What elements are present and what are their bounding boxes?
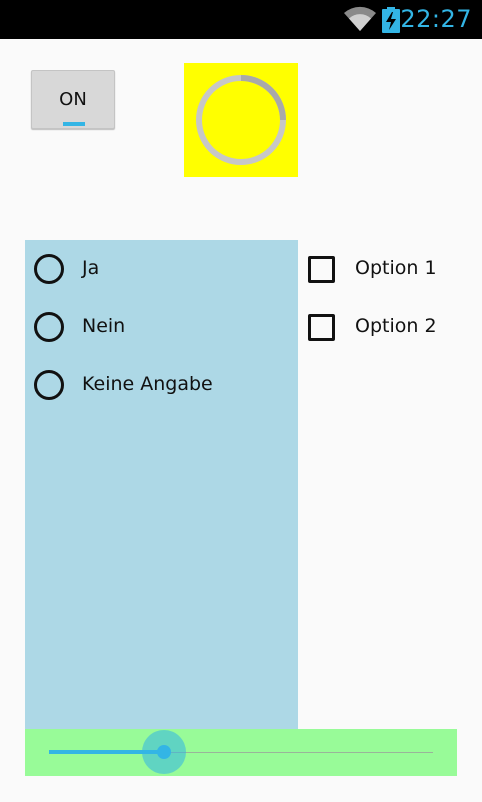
toggle-on-indicator bbox=[63, 122, 85, 126]
toggle-button[interactable]: ON bbox=[31, 70, 115, 129]
checkbox-label: Option 1 bbox=[355, 257, 437, 279]
checkbox[interactable] bbox=[308, 256, 335, 283]
radio-label: Keine Angabe bbox=[82, 373, 213, 395]
checkbox-option-2[interactable]: Option 2 bbox=[308, 310, 478, 344]
radio-label: Ja bbox=[82, 257, 100, 279]
battery-charging-icon bbox=[382, 7, 400, 33]
radio-label: Nein bbox=[82, 315, 126, 337]
radio-button[interactable] bbox=[34, 254, 64, 284]
radio-button[interactable] bbox=[34, 370, 64, 400]
app-screen: ON Ja Nein Keine Angabe Option 1 Option … bbox=[0, 39, 482, 802]
toggle-button-label: ON bbox=[59, 89, 87, 110]
wifi-icon bbox=[344, 6, 376, 31]
progress-spinner bbox=[184, 63, 298, 177]
progress-spinner-icon bbox=[196, 75, 286, 165]
checkbox-label: Option 2 bbox=[355, 315, 437, 337]
radio-option-nein[interactable]: Nein bbox=[34, 310, 294, 344]
checkbox-option-1[interactable]: Option 1 bbox=[308, 252, 478, 286]
radio-button[interactable] bbox=[34, 312, 64, 342]
radio-option-keine-angabe[interactable]: Keine Angabe bbox=[34, 368, 294, 402]
radio-group: Ja Nein Keine Angabe bbox=[25, 240, 298, 729]
radio-option-ja[interactable]: Ja bbox=[34, 252, 294, 286]
checkbox[interactable] bbox=[308, 314, 335, 341]
clock: 22:27 bbox=[400, 5, 472, 33]
status-bar: 22:27 bbox=[0, 0, 482, 39]
seekbar[interactable] bbox=[25, 729, 457, 776]
